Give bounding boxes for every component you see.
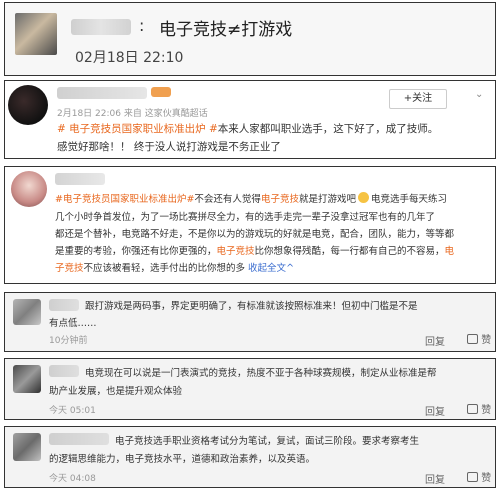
keyword-link[interactable]: 子竞技 — [55, 263, 84, 274]
comment-text-line1: 跟打游戏是两码事，界定更明确了，有标准就该按照标准来！但初中门槛是不是 — [85, 301, 418, 312]
header-separator: : — [139, 16, 145, 35]
comment-card-3: 电子竞技选手职业资格考试分为笔试，复试，面试三阶段。要求考察考生 的逻辑思维能力… — [4, 426, 496, 488]
blurred-username — [49, 433, 109, 445]
comment-text-line2: 助产业发展，也是提升观众体验 — [49, 386, 183, 397]
comment-time: 今天 05:01 — [49, 406, 96, 416]
avatar[interactable] — [11, 171, 47, 207]
blurred-username — [49, 365, 79, 377]
collapse-link[interactable]: 收起全文 — [248, 263, 286, 274]
avatar[interactable] — [13, 299, 41, 325]
chevron-up-icon[interactable]: ^ — [286, 263, 294, 274]
keyword-link[interactable]: 电子竞技 — [217, 246, 255, 257]
emoji-icon — [357, 192, 369, 203]
follow-button[interactable]: +关注 — [389, 89, 447, 109]
like-button[interactable]: 赞 — [467, 331, 491, 346]
post-text-line4: 是重要的考验，你强还有比你更强的，电子竞技比你想象得残酷，每一行都有自己的不容易… — [55, 246, 455, 257]
header-card: : 电子竞技≠打游戏 02月18日 22:10 — [4, 2, 496, 76]
blurred-username — [49, 299, 79, 311]
comment-time: 10分钟前 — [49, 336, 88, 346]
badge-icon — [151, 87, 171, 97]
page-title: 电子竞技≠打游戏 — [159, 20, 293, 40]
hashtag-link[interactable]: #电子竞技员国家职业标准出炉# — [55, 194, 194, 205]
comment-text-line1: 电子竞技选手职业资格考试分为笔试，复试，面试三阶段。要求考察考生 — [115, 436, 420, 447]
post-card-2: #电子竞技员国家职业标准出炉#不会还有人觉得电子竞技就是打游戏吧 电竞选手每天练习… — [4, 166, 496, 284]
blurred-username — [55, 173, 105, 185]
avatar[interactable] — [15, 13, 57, 55]
blurred-username — [71, 19, 131, 35]
post-meta: 2月18日 22:06 来自 这家伙真酷超话 — [57, 109, 208, 119]
thumbs-up-icon — [467, 472, 478, 482]
post-text-line2: 感觉好那啥！！ 终于没人说打游戏是不务正业了 — [57, 141, 281, 153]
post-text-line2: 几个小时争首发位，为了一场比赛拼尽全力，有的选手走完一辈子没拿过冠军也有的几年了 — [55, 212, 436, 223]
thumbs-up-icon — [467, 404, 478, 414]
keyword-link[interactable]: 电子竞技 — [261, 194, 299, 205]
comment-time: 今天 04:08 — [49, 474, 96, 484]
hashtag-link[interactable]: # 电子竞技员国家职业标准出炉 # — [57, 123, 218, 135]
chevron-down-icon[interactable]: ⌄ — [475, 89, 483, 100]
avatar[interactable] — [13, 433, 41, 461]
like-button[interactable]: 赞 — [467, 401, 491, 416]
thumbs-up-icon — [467, 334, 478, 344]
post-card-1: 2月18日 22:06 来自 这家伙真酷超话 +关注 ⌄ # 电子竞技员国家职业… — [4, 80, 496, 159]
comment-text-line2: 的逻辑思维能力，电子竞技水平，道德和政治素养，以及英语。 — [49, 454, 316, 465]
blurred-username — [57, 87, 147, 99]
post-text-line1: #电子竞技员国家职业标准出炉#不会还有人觉得电子竞技就是打游戏吧 电竞选手每天练习 — [55, 192, 447, 205]
reply-button[interactable]: 回复 — [425, 471, 445, 486]
avatar[interactable] — [8, 85, 48, 125]
like-button[interactable]: 赞 — [467, 469, 491, 484]
header-time: 02月18日 22:10 — [75, 50, 184, 66]
reply-button[interactable]: 回复 — [425, 403, 445, 418]
reply-button[interactable]: 回复 — [425, 333, 445, 348]
post-text-line3: 都还是个替补，电竞路不好走，不是你以为的游戏玩的好就是电竞，配合，团队，能力，等… — [55, 229, 455, 240]
post-text-line1: # 电子竞技员国家职业标准出炉 #本来人家都叫职业选手，这下好了，成了技师。 — [57, 123, 439, 135]
comment-text-line1: 电竞现在可以说是一门表演式的竞技，热度不亚于各种球赛规模，制定从业标准是帮 — [85, 368, 437, 379]
comment-card-1: 跟打游戏是两码事，界定更明确了，有标准就该按照标准来！但初中门槛是不是 有点低…… — [4, 292, 496, 352]
comment-card-2: 电竞现在可以说是一门表演式的竞技，热度不亚于各种球赛规模，制定从业标准是帮 助产… — [4, 358, 496, 420]
post-text-line5: 子竞技不应该被看轻，选手付出的比你想的多 收起全文^ — [55, 263, 295, 274]
avatar[interactable] — [13, 365, 41, 393]
comment-text-line2: 有点低…… — [49, 318, 97, 329]
